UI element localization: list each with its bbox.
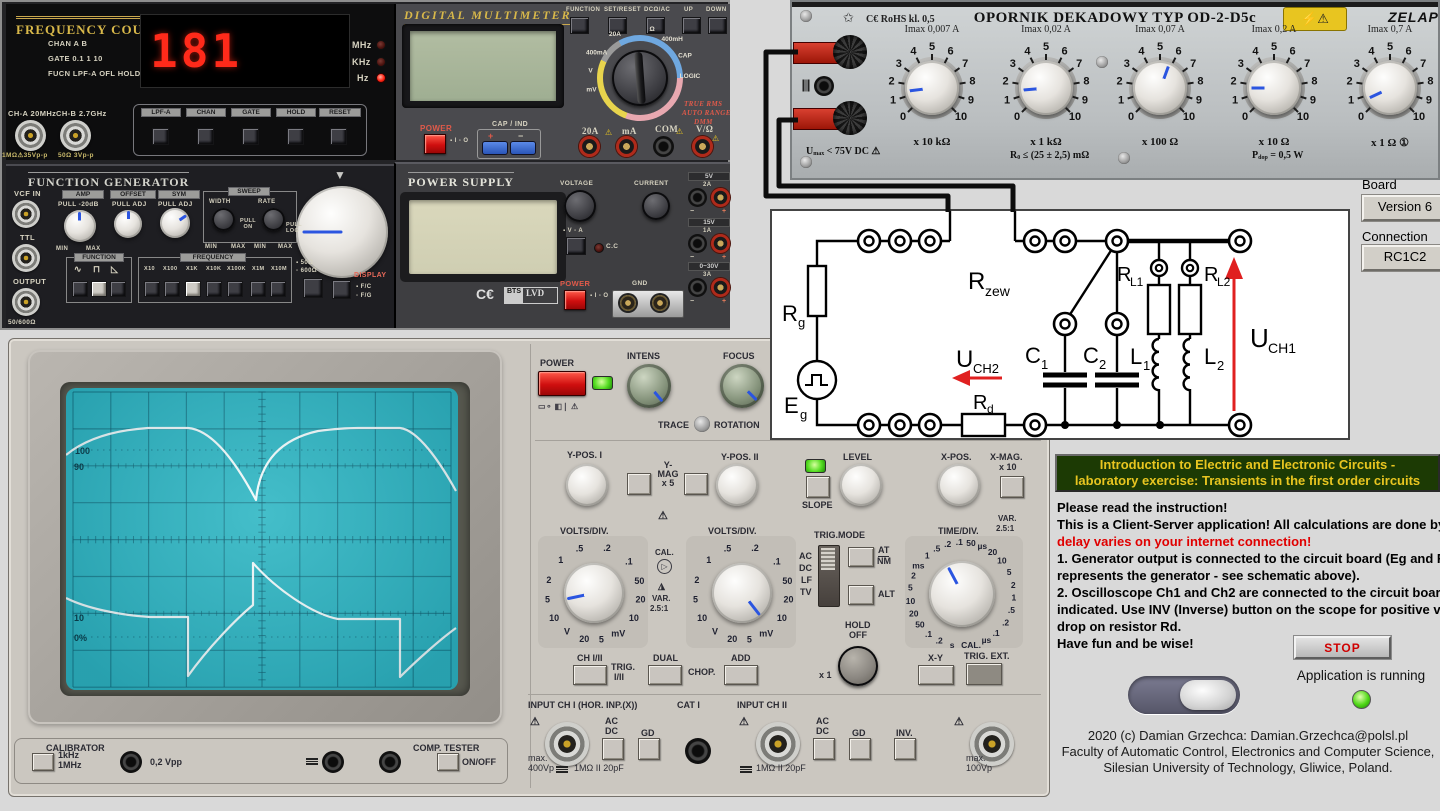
decade-imax-label: Imax 0,007 A <box>872 24 992 35</box>
remote-lab-app: FREQUENCY COUNTER CHAN A B GATE 0.1 1 10… <box>0 0 1440 811</box>
decade-imax-label: Imax 0,2 A <box>1214 24 1334 35</box>
decade-imax-label: Imax 0,07 A <box>1100 24 1220 35</box>
decade-knobs: Imax 0,007 A 012345678910 x 10 kΩ Imax 0… <box>0 0 1440 811</box>
decade-mult-label: x 1 kΩ <box>986 136 1106 148</box>
decade-mult-label: x 1 Ω ① <box>1330 136 1440 149</box>
decade-mult-label: x 10 kΩ <box>872 136 992 148</box>
decade-mult-label: x 10 Ω <box>1214 136 1334 148</box>
decade-mult-label: x 100 Ω <box>1100 136 1220 148</box>
decade-imax-label: Imax 0,02 A <box>986 24 1106 35</box>
decade-imax-label: Imax 0,7 A <box>1330 24 1440 35</box>
